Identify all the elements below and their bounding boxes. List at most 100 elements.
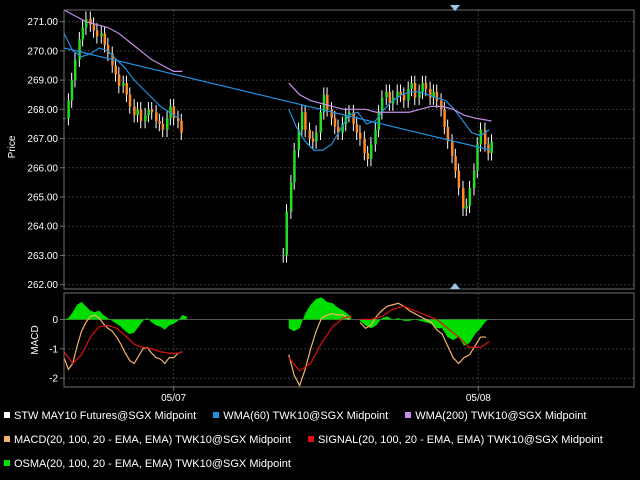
legend-item-signal[interactable]: SIGNAL(20, 100, 20 - EMA, EMA) TWK10@SGX… <box>307 428 603 452</box>
legend-label: MACD(20, 100, 20 - EMA, EMA) TWK10@SGX M… <box>14 434 291 447</box>
price-bar-body <box>73 59 77 81</box>
legend-label: WMA(60) TWK10@SGX Midpoint <box>223 410 389 423</box>
price-bar-body <box>300 112 304 130</box>
price-bar-body <box>465 205 468 209</box>
price-axis-label: Price <box>7 135 18 158</box>
price-bar-body <box>308 129 312 139</box>
price-bar-body <box>136 109 139 116</box>
price-bar-body <box>166 118 169 130</box>
price-bar-body <box>451 141 454 157</box>
y-tick-label: -2 <box>49 374 58 385</box>
price-bar-body <box>144 115 147 122</box>
price-bar-body <box>355 123 359 133</box>
price-bar-body <box>128 94 132 107</box>
price-bar-body <box>293 150 296 183</box>
price-bar-body <box>177 118 180 122</box>
scroll-marker-up-icon[interactable] <box>449 282 461 290</box>
y-tick-label: 264.00 <box>27 222 58 233</box>
price-bar-body <box>282 255 285 257</box>
price-bar-body <box>92 24 96 31</box>
price-bar-body <box>326 94 329 110</box>
y-tick-label: 267.00 <box>27 134 58 145</box>
price-bar-body <box>180 121 183 133</box>
y-tick-label: 263.00 <box>27 251 58 262</box>
y-tick-label: 0 <box>52 315 58 326</box>
price-bar-body <box>70 80 74 101</box>
price-bar-body <box>490 141 493 154</box>
price-bar-body <box>333 118 337 127</box>
chart-legend: STW MAY10 Futures@SGX Midpoint WMA(60) T… <box>4 404 640 476</box>
y-tick-label: 262.00 <box>27 280 58 291</box>
y-tick-label: 269.00 <box>27 76 58 87</box>
price-bar-body <box>84 18 88 28</box>
price-bar-body <box>103 33 107 46</box>
price-bar-body <box>454 156 457 171</box>
price-bar-body <box>311 138 315 142</box>
price-bar-body <box>285 211 289 256</box>
legend-swatch <box>307 436 314 443</box>
legend-swatch <box>405 412 412 419</box>
price-bar-body <box>472 170 476 189</box>
price-bar-body <box>100 33 103 37</box>
price-bar-body <box>139 109 143 122</box>
y-tick-label: 268.00 <box>27 105 58 116</box>
y-tick-label: 270.00 <box>27 46 58 57</box>
price-bar-body <box>462 188 465 209</box>
legend-row: OSMA(20, 100, 20 - EMA, EMA) TWK10@SGX M… <box>4 452 640 476</box>
legend-item-osma[interactable]: OSMA(20, 100, 20 - EMA, EMA) TWK10@SGX M… <box>4 452 291 476</box>
legend-item-stw[interactable]: STW MAY10 Futures@SGX Midpoint <box>4 404 196 428</box>
legend-swatch <box>4 460 10 467</box>
x-tick-label: 05/07 <box>161 393 186 404</box>
price-bar-body <box>161 123 165 130</box>
x-tick-label: 05/08 <box>466 393 491 404</box>
price-bar-body <box>374 129 377 145</box>
price-bar-body <box>468 188 472 206</box>
y-tick-label: 271.00 <box>27 17 58 28</box>
price-bar-body <box>155 112 158 122</box>
macd-axis-label: MACD <box>30 325 41 354</box>
price-bar-body <box>114 65 118 75</box>
legend-label: OSMA(20, 100, 20 - EMA, EMA) TWK10@SGX M… <box>14 458 291 471</box>
price-bar-body <box>476 144 479 171</box>
price-bar-body <box>407 88 410 101</box>
price-bar-body <box>133 106 136 116</box>
y-tick-label: 265.00 <box>27 192 58 203</box>
price-bar-body <box>319 112 322 133</box>
price-bar-body <box>122 83 125 86</box>
price-bar-body <box>443 109 446 127</box>
legend-label: SIGNAL(20, 100, 20 - EMA, EMA) TWK10@SGX… <box>317 434 603 447</box>
legend-item-wma60[interactable]: WMA(60) TWK10@SGX Midpoint <box>213 404 388 428</box>
scroll-marker-down-icon[interactable] <box>449 4 461 12</box>
price-bar-body <box>369 144 373 159</box>
price-bar-body <box>289 182 293 212</box>
price-bar-body <box>435 91 439 101</box>
legend-swatch <box>4 412 10 419</box>
price-bar-body <box>402 94 406 101</box>
legend-item-wma200[interactable]: WMA(200) TWK10@SGX Midpoint <box>405 404 586 428</box>
price-bar-body <box>81 27 85 40</box>
price-bar-body <box>158 121 161 124</box>
price-bar-body <box>67 100 70 119</box>
price-bar-body <box>388 91 392 104</box>
price-bar-body <box>410 83 413 89</box>
y-tick-label: -1 <box>49 344 58 355</box>
price-bar-body <box>385 91 388 98</box>
legend-label: WMA(200) TWK10@SGX Midpoint <box>415 410 587 423</box>
price-bar-body <box>117 74 121 86</box>
legend-row: STW MAY10 Futures@SGX Midpoint WMA(60) T… <box>4 404 640 428</box>
legend-row: MACD(20, 100, 20 - EMA, EMA) TWK10@SGX M… <box>4 428 640 452</box>
price-bar-body <box>413 83 417 98</box>
price-bar-body <box>479 129 483 145</box>
price-bar-body <box>440 100 443 110</box>
legend-label: STW MAY10 Futures@SGX Midpoint <box>14 410 197 423</box>
legend-swatch <box>213 412 220 419</box>
price-bar-body <box>421 83 424 92</box>
price-bar-body <box>457 170 461 189</box>
price-bar-body <box>424 83 428 89</box>
price-bar-body <box>150 109 154 113</box>
legend-item-macd[interactable]: MACD(20, 100, 20 - EMA, EMA) TWK10@SGX M… <box>4 428 291 452</box>
price-bar-body <box>95 30 99 37</box>
price-bar-body <box>366 153 370 159</box>
price-bar-body <box>330 109 333 119</box>
price-bar-body <box>315 132 318 142</box>
